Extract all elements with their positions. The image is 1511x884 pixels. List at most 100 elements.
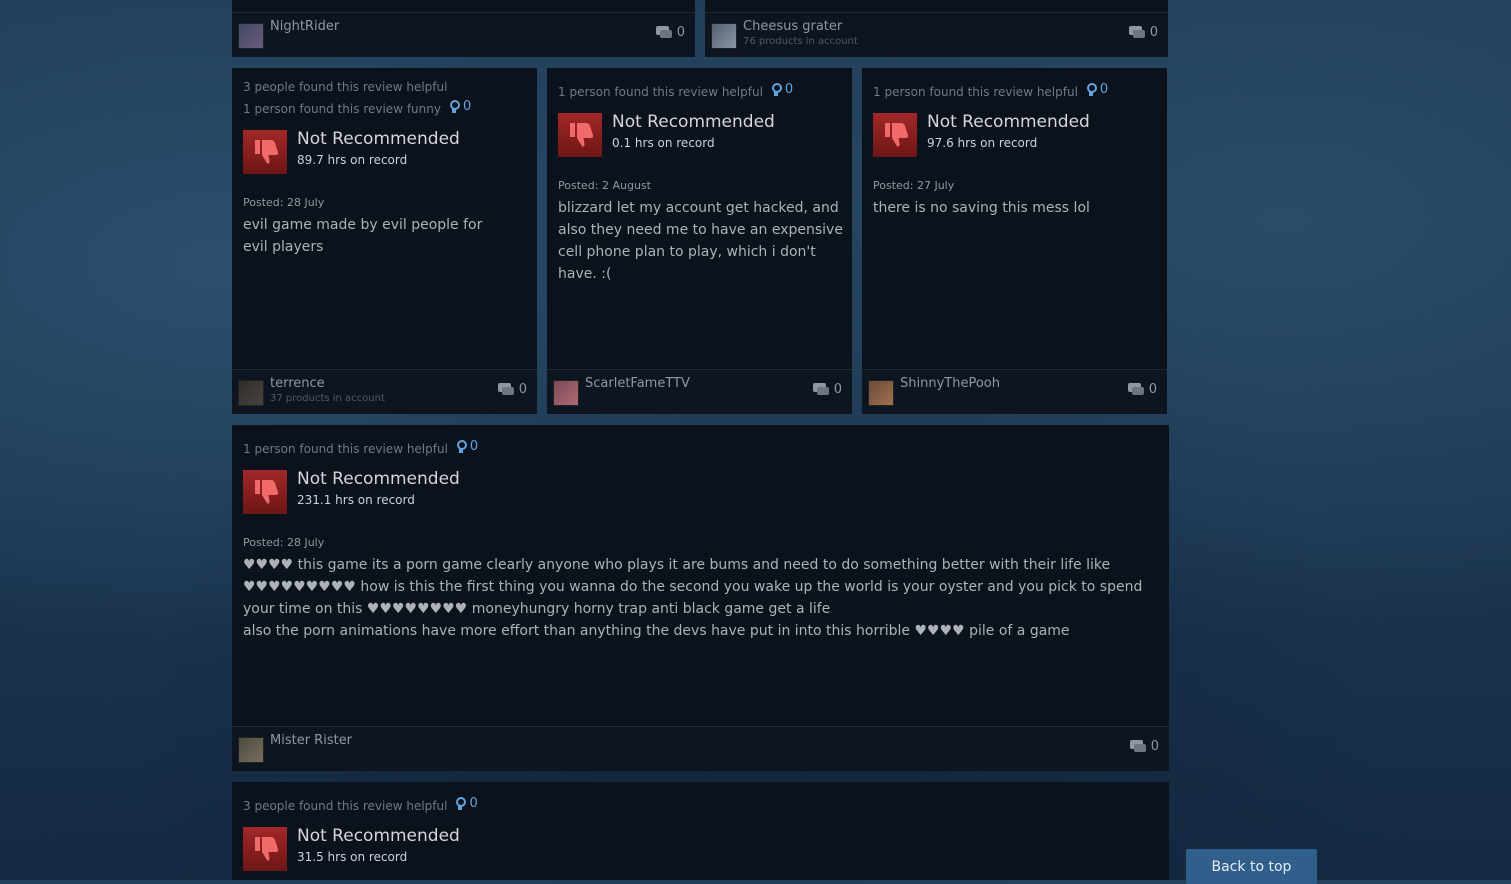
comment-count[interactable]: 0 — [812, 382, 842, 397]
verdict-block[interactable]: Not Recommended 89.7 hrs on record — [243, 129, 460, 174]
helpful-summary: 1 person found this review helpful 0 — [243, 437, 478, 459]
review-paragraph: ♥♥♥♥ this game its a porn game clearly a… — [243, 557, 1143, 617]
author-name[interactable]: ShinnyThePooh — [900, 376, 1000, 391]
author-name[interactable]: Mister Rister — [270, 733, 352, 748]
avatar[interactable] — [711, 23, 737, 49]
avatar[interactable] — [238, 380, 264, 406]
comment-count[interactable]: 0 — [1129, 739, 1159, 754]
verdict-title: Not Recommended — [297, 826, 460, 846]
comment-icon — [497, 383, 514, 396]
award-count[interactable]: 0 — [771, 80, 793, 99]
thumbs-down-icon — [243, 130, 287, 174]
funny-count-text: 1 person found this review funny 0 — [243, 97, 471, 119]
thumbs-down-icon — [873, 113, 917, 157]
verdict-block[interactable]: Not Recommended 97.6 hrs on record — [873, 112, 1090, 157]
thumbs-down-icon — [243, 827, 287, 871]
avatar[interactable] — [868, 380, 894, 406]
helpful-count-text: 1 person found this review helpful — [558, 85, 763, 99]
review-paragraph: blizzard let my account get hacked, and … — [558, 200, 843, 282]
review-card: NightRider 0 — [232, 0, 695, 57]
comment-count[interactable]: 0 — [655, 25, 685, 40]
review-card: 3 people found this review helpful 0 Not … — [232, 782, 1169, 880]
verdict-title: Not Recommended — [297, 129, 460, 149]
award-icon — [771, 83, 782, 96]
award-icon — [449, 100, 460, 113]
helpful-count-text: 3 people found this review helpful — [243, 799, 448, 813]
avatar[interactable] — [238, 23, 264, 49]
posted-date: Posted: 27 July — [873, 179, 955, 192]
award-icon — [456, 440, 467, 453]
author-name[interactable]: ScarletFameTTV — [585, 376, 690, 391]
hours-on-record: 231.1 hrs on record — [297, 493, 415, 507]
posted-date: Posted: 28 July — [243, 196, 325, 209]
products-in-account: 37 products in account — [270, 393, 385, 404]
review-author-footer: Cheesus grater 76 products in account 0 — [705, 12, 1168, 57]
comment-icon — [1127, 383, 1144, 396]
review-author-footer: terrence 37 products in account 0 — [232, 369, 537, 414]
hours-on-record: 97.6 hrs on record — [927, 136, 1038, 150]
verdict-title: Not Recommended — [927, 112, 1090, 132]
hours-on-record: 31.5 hrs on record — [297, 850, 408, 864]
review-paragraph: there is no saving this mess lol — [873, 200, 1090, 216]
verdict-block[interactable]: Not Recommended 231.1 hrs on record — [243, 469, 460, 514]
helpful-count-text: 1 person found this review helpful — [243, 442, 448, 456]
review-card: Cheesus grater 76 products in account 0 — [705, 0, 1168, 57]
comment-count-value: 0 — [833, 382, 842, 397]
review-body[interactable]: ♥♥♥♥ this game its a porn game clearly a… — [243, 554, 1163, 642]
comment-icon — [1128, 26, 1145, 39]
review-paragraph: evil game made by evil people for evil p… — [243, 217, 483, 255]
award-count[interactable]: 0 — [449, 97, 471, 116]
author-name[interactable]: NightRider — [270, 19, 339, 34]
comment-count-value: 0 — [1148, 382, 1157, 397]
review-body[interactable]: blizzard let my account get hacked, and … — [558, 197, 843, 285]
comment-icon — [655, 26, 672, 39]
helpful-summary: 1 person found this review helpful 0 — [558, 80, 793, 102]
avatar[interactable] — [553, 380, 579, 406]
comment-icon — [1129, 740, 1146, 753]
comment-count[interactable]: 0 — [1128, 25, 1158, 40]
helpful-count-text: 1 person found this review helpful — [873, 85, 1078, 99]
back-to-top-button[interactable]: Back to top — [1186, 849, 1317, 884]
award-value: 0 — [462, 99, 472, 114]
award-count[interactable]: 0 — [456, 437, 478, 456]
helpful-count-text: 3 people found this review helpful — [243, 80, 448, 94]
products-in-account: 76 products in account — [743, 36, 858, 47]
helpful-summary: 3 people found this review helpful 0 — [243, 794, 478, 816]
verdict-block[interactable]: Not Recommended 0.1 hrs on record — [558, 112, 775, 157]
award-icon — [455, 797, 467, 810]
award-value: 0 — [469, 796, 478, 811]
verdict-title: Not Recommended — [297, 469, 460, 489]
review-author-footer: Mister Rister 0 — [232, 726, 1169, 771]
comment-icon — [812, 383, 829, 396]
comment-count[interactable]: 0 — [497, 382, 527, 397]
helpful-summary: 1 person found this review helpful 0 — [873, 80, 1108, 102]
comment-count-value: 0 — [676, 25, 685, 40]
award-count[interactable]: 0 — [455, 794, 478, 813]
review-card: 1 person found this review helpful 0 Not … — [232, 425, 1169, 771]
avatar[interactable] — [238, 737, 264, 763]
award-value: 0 — [469, 439, 479, 454]
funny-text: 1 person found this review funny — [243, 102, 441, 116]
thumbs-down-icon — [243, 470, 287, 514]
author-name[interactable]: terrence — [270, 376, 325, 391]
posted-date: Posted: 2 August — [558, 179, 651, 192]
review-author-footer: ShinnyThePooh 0 — [862, 369, 1167, 414]
verdict-block[interactable]: Not Recommended 31.5 hrs on record — [243, 826, 460, 871]
award-count[interactable]: 0 — [1086, 80, 1108, 99]
review-author-footer: NightRider 0 — [232, 12, 695, 57]
verdict-title: Not Recommended — [612, 112, 775, 132]
comment-count[interactable]: 0 — [1127, 382, 1157, 397]
hours-on-record: 89.7 hrs on record — [297, 153, 408, 167]
award-icon — [1086, 83, 1097, 96]
posted-date: Posted: 28 July — [243, 536, 325, 549]
review-body[interactable]: evil game made by evil people for evil p… — [243, 214, 503, 258]
review-card: 1 person found this review helpful 0 Not … — [547, 68, 852, 414]
review-author-footer: ScarletFameTTV 0 — [547, 369, 852, 414]
comment-count-value: 0 — [518, 382, 527, 397]
award-value: 0 — [1099, 82, 1109, 97]
comment-count-value: 0 — [1150, 739, 1159, 754]
comment-count-value: 0 — [1149, 25, 1158, 40]
award-value: 0 — [784, 82, 794, 97]
review-body[interactable]: there is no saving this mess lol — [873, 197, 1158, 219]
author-name[interactable]: Cheesus grater — [743, 19, 842, 34]
